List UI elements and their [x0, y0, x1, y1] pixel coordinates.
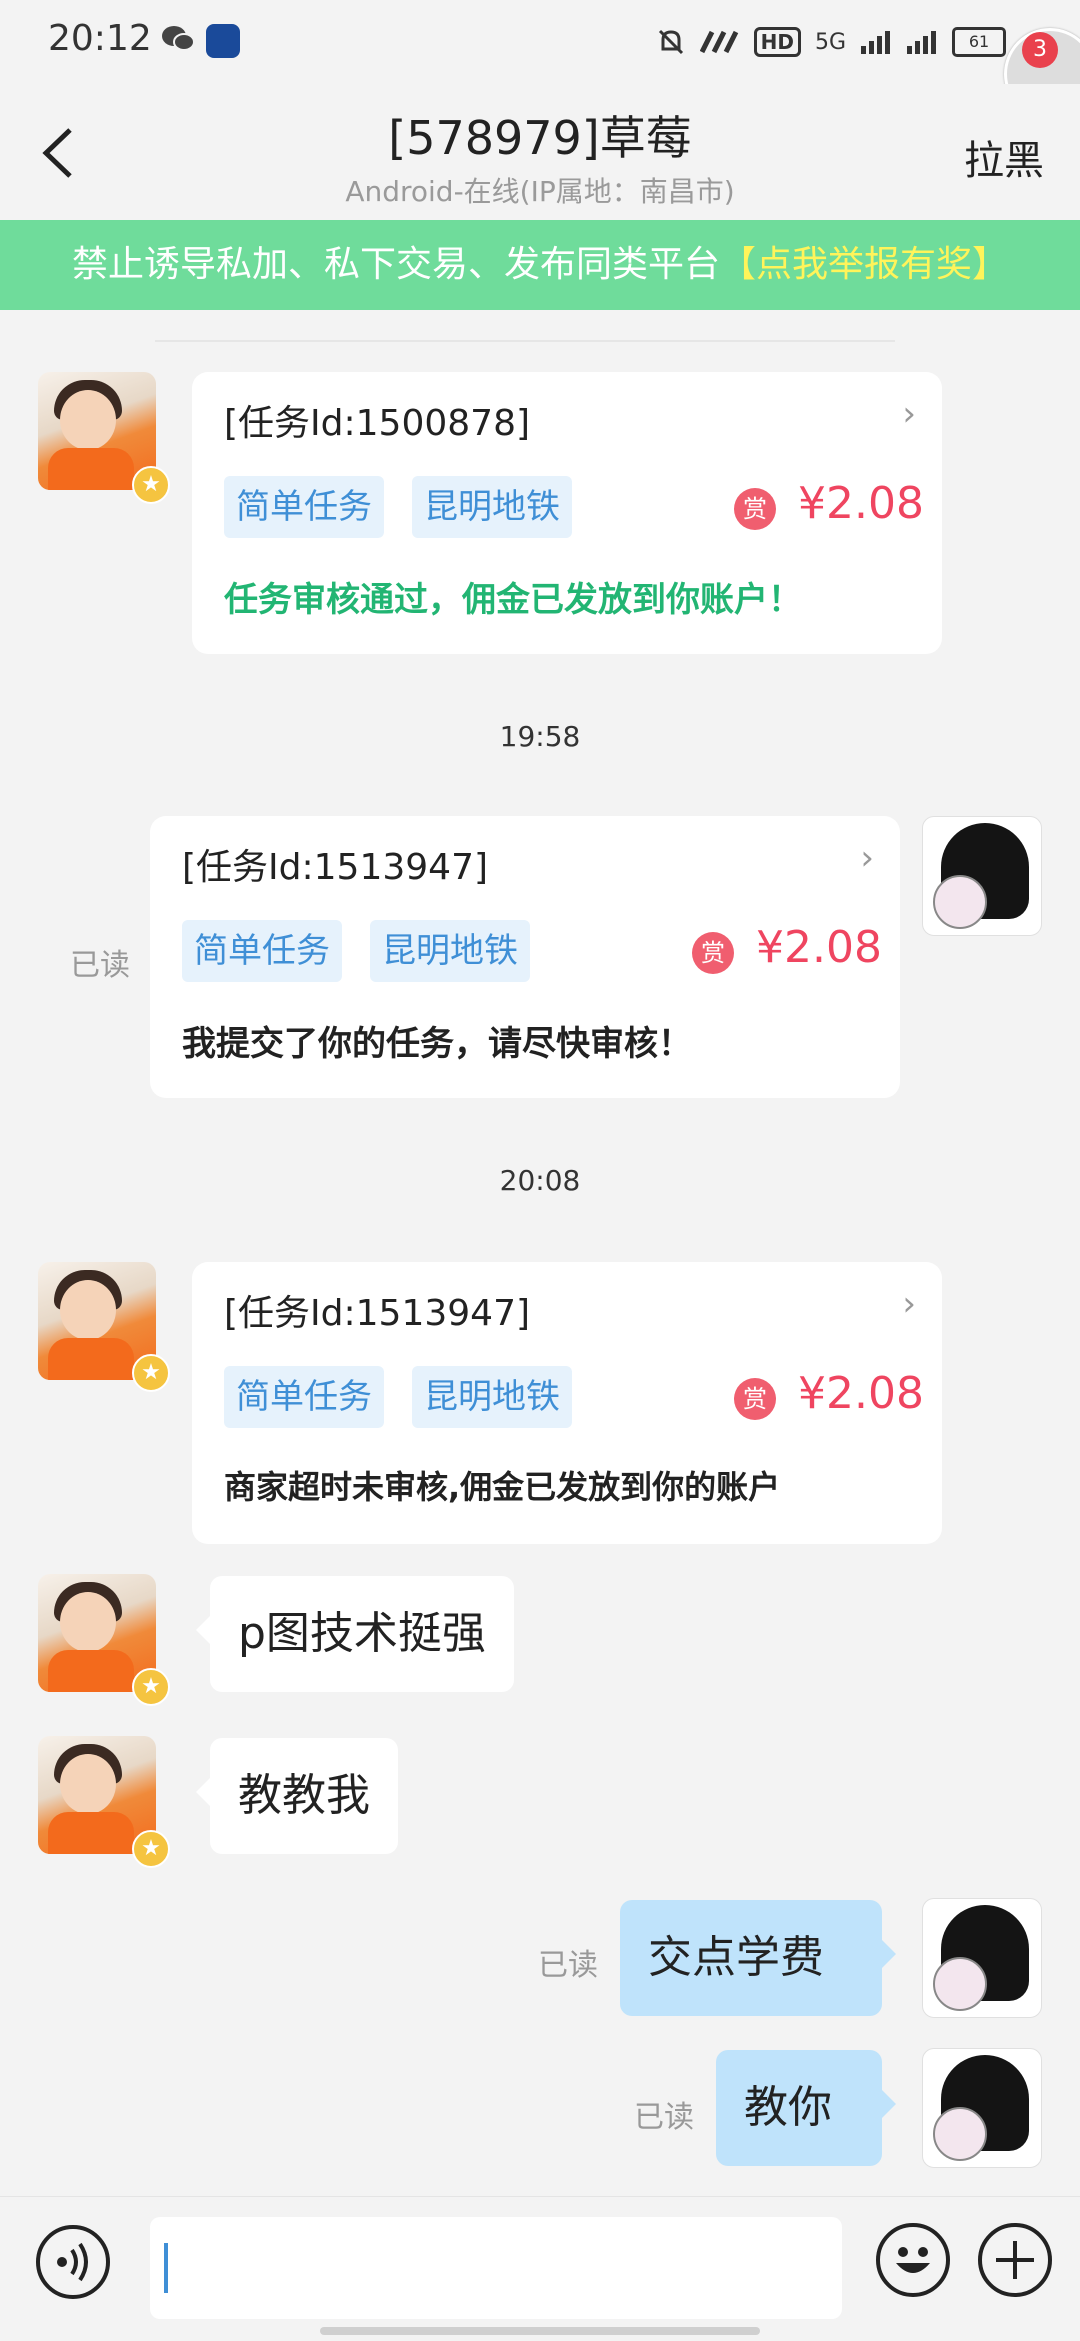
- signal-bars-icon: [861, 31, 890, 54]
- text-caret: [164, 2243, 168, 2293]
- voice-waves-icon: [57, 2242, 88, 2282]
- task-tag-category: 昆明地铁: [412, 476, 572, 538]
- network-type: 5G: [814, 29, 846, 55]
- text-message[interactable]: 交点学费: [620, 1900, 896, 2016]
- reward-amount: ¥2.08: [798, 478, 924, 529]
- hd-badge: HD: [753, 27, 801, 57]
- divider: [155, 340, 895, 342]
- text-message[interactable]: p图技术挺强: [196, 1576, 514, 1692]
- wechat-icon: [162, 26, 195, 51]
- vip-star-icon: ★: [132, 1668, 170, 1706]
- task-status-text: 我提交了你的任务，请尽快审核！: [182, 1024, 692, 1064]
- report-link[interactable]: 【点我举报有奖】: [720, 244, 1008, 285]
- battery-icon: 61: [952, 27, 1006, 57]
- notice-text: 禁止诱导私加、私下交易、发布同类平台: [71, 244, 720, 285]
- floating-unread-badge: 3: [1022, 32, 1058, 68]
- chat-title: [578979]草莓: [388, 111, 692, 165]
- message-input[interactable]: [150, 2217, 842, 2319]
- task-card[interactable]: [任务Id:1500878] › 简单任务 昆明地铁 赏 ¥2.08 任务审核通…: [192, 372, 942, 654]
- task-card[interactable]: [任务Id:1513947] › 简单任务 昆明地铁 赏 ¥2.08 我提交了你…: [150, 816, 900, 1098]
- plus-sign-icon: [996, 2241, 1034, 2279]
- vip-star-icon: ★: [132, 1830, 170, 1868]
- message-timestamp: 20:08: [499, 1164, 581, 1197]
- task-status-text: 商家超时未审核,佣金已发放到你的账户: [224, 1468, 781, 1506]
- plus-icon[interactable]: [978, 2223, 1052, 2297]
- signal-bars-2-icon: [907, 31, 936, 54]
- text-message[interactable]: 教教我: [196, 1738, 398, 1854]
- reward-amount: ¥2.08: [798, 1368, 924, 1419]
- home-indicator[interactable]: [320, 2327, 760, 2335]
- task-tag-category: 昆明地铁: [412, 1366, 572, 1428]
- input-bar: [0, 2196, 1080, 2341]
- status-bar: 20:12 HD 5G 61 3: [0, 0, 1080, 120]
- read-receipt: 已读: [538, 1948, 598, 1983]
- mute-bell-icon: [658, 29, 683, 55]
- chevron-right-icon: ›: [902, 394, 916, 434]
- task-tag-category: 昆明地铁: [370, 920, 530, 982]
- vip-star-icon: ★: [132, 466, 170, 504]
- reward-icon: 赏: [734, 1378, 776, 1420]
- chat-subtitle: Android-在线(IP属地：南昌市): [345, 175, 735, 208]
- text-message[interactable]: 教你: [716, 2050, 896, 2166]
- task-tag-type: 简单任务: [224, 1366, 384, 1428]
- block-button[interactable]: 拉黑: [964, 128, 1044, 186]
- read-receipt: 已读: [70, 948, 130, 983]
- smile-face-icon: [896, 2247, 930, 2273]
- chevron-right-icon: ›: [860, 838, 874, 878]
- chat-header: [578979]草莓 Android-在线(IP属地：南昌市) 拉黑: [0, 84, 1080, 220]
- status-indicators: HD 5G 61: [656, 20, 1060, 64]
- app-notification-icon: [206, 24, 240, 58]
- task-tag-type: 简单任务: [224, 476, 384, 538]
- task-id: [任务Id:1513947]: [182, 847, 489, 888]
- reward-icon: 赏: [692, 932, 734, 974]
- read-receipt: 已读: [634, 2100, 694, 2135]
- voice-icon[interactable]: [36, 2225, 110, 2299]
- reward-amount: ¥2.08: [756, 922, 882, 973]
- my-avatar[interactable]: [922, 2048, 1042, 2168]
- signal-speed-icon: [699, 30, 738, 54]
- task-status-text: 任务审核通过，佣金已发放到你账户！: [224, 580, 802, 620]
- notice-bar[interactable]: 禁止诱导私加、私下交易、发布同类平台【点我举报有奖】: [0, 220, 1080, 310]
- my-avatar[interactable]: [922, 816, 1042, 936]
- status-time: 20:12: [48, 18, 152, 59]
- task-card[interactable]: [任务Id:1513947] › 简单任务 昆明地铁 赏 ¥2.08 商家超时未…: [192, 1262, 942, 1544]
- chevron-right-icon: ›: [902, 1284, 916, 1324]
- message-timestamp: 19:58: [499, 720, 581, 753]
- reward-icon: 赏: [734, 488, 776, 530]
- vip-star-icon: ★: [132, 1354, 170, 1392]
- task-tag-type: 简单任务: [182, 920, 342, 982]
- emoji-icon[interactable]: [876, 2223, 950, 2297]
- task-id: [任务Id:1513947]: [224, 1293, 531, 1334]
- my-avatar[interactable]: [922, 1898, 1042, 2018]
- task-id: [任务Id:1500878]: [224, 403, 531, 444]
